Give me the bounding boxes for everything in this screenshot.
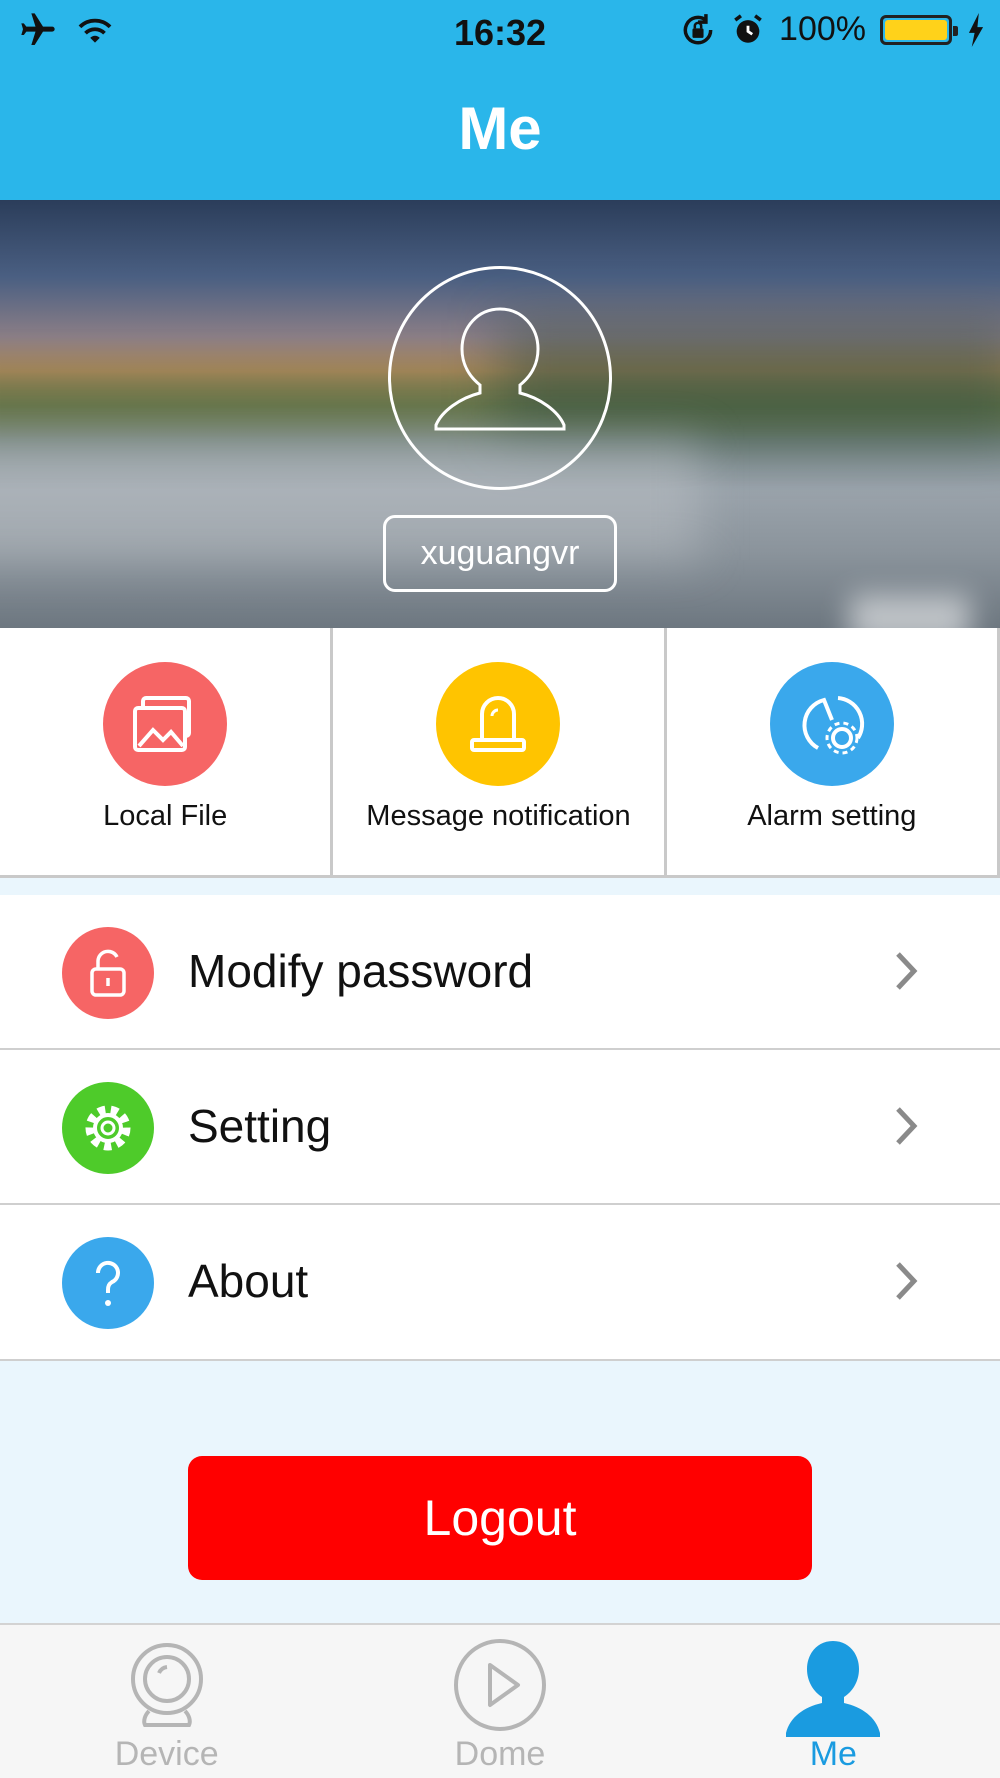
lock-icon [62,927,154,1019]
tab-bar: Device Dome Me [0,1623,1000,1778]
person-icon [786,1641,881,1737]
camera-icon [130,1643,203,1727]
status-bar: 16:32 100% [0,0,1000,66]
quick-local-file[interactable]: Local File [0,628,334,875]
menu-about[interactable]: About [0,1205,1000,1361]
menu-label: Setting [188,1100,332,1152]
siren-icon [436,662,561,786]
play-icon [453,1639,546,1731]
rotation-lock-icon [683,13,713,44]
logout-button[interactable]: Logout [188,1456,812,1580]
tab-device[interactable]: Device [0,1625,333,1778]
page-title: Me [458,95,542,162]
menu-label: Modify password [188,945,534,997]
battery-percent: 100% [779,10,866,48]
quick-actions: Local File Message notification Alarm se… [0,628,1000,878]
quick-label: Message notification [366,800,631,832]
tab-label: Me [809,1735,857,1773]
quick-alarm-setting[interactable]: Alarm setting [667,628,1000,875]
tab-label: Device [114,1735,219,1773]
tab-me[interactable]: Me [667,1625,1000,1778]
gear-icon [62,1082,154,1174]
quick-label: Alarm setting [747,800,917,832]
nav-bar: Me [0,66,1000,200]
quick-message-notification[interactable]: Message notification [333,628,667,875]
alarm-gear-icon [769,662,894,786]
alarm-icon [734,13,762,43]
status-right: 100% [679,10,986,49]
settings-menu: Modify password Setting About [0,895,1000,1361]
quick-label: Local File [103,800,228,832]
chevron-right-icon [896,1107,918,1145]
menu-setting[interactable]: Setting [0,1050,1000,1205]
question-icon [62,1237,154,1329]
avatar[interactable] [388,266,612,490]
chevron-right-icon [896,952,918,990]
username-label[interactable]: xuguangvr [383,515,617,592]
user-silhouette-icon [434,307,566,431]
chevron-right-icon [896,1262,918,1300]
menu-label: About [188,1255,309,1307]
tab-label: Dome [454,1735,546,1773]
charging-icon [968,12,984,47]
tab-dome[interactable]: Dome [333,1625,666,1778]
gallery-icon [103,662,228,786]
battery-icon [880,14,958,45]
profile-header: xuguangvr [0,200,1000,628]
menu-modify-password[interactable]: Modify password [0,895,1000,1050]
